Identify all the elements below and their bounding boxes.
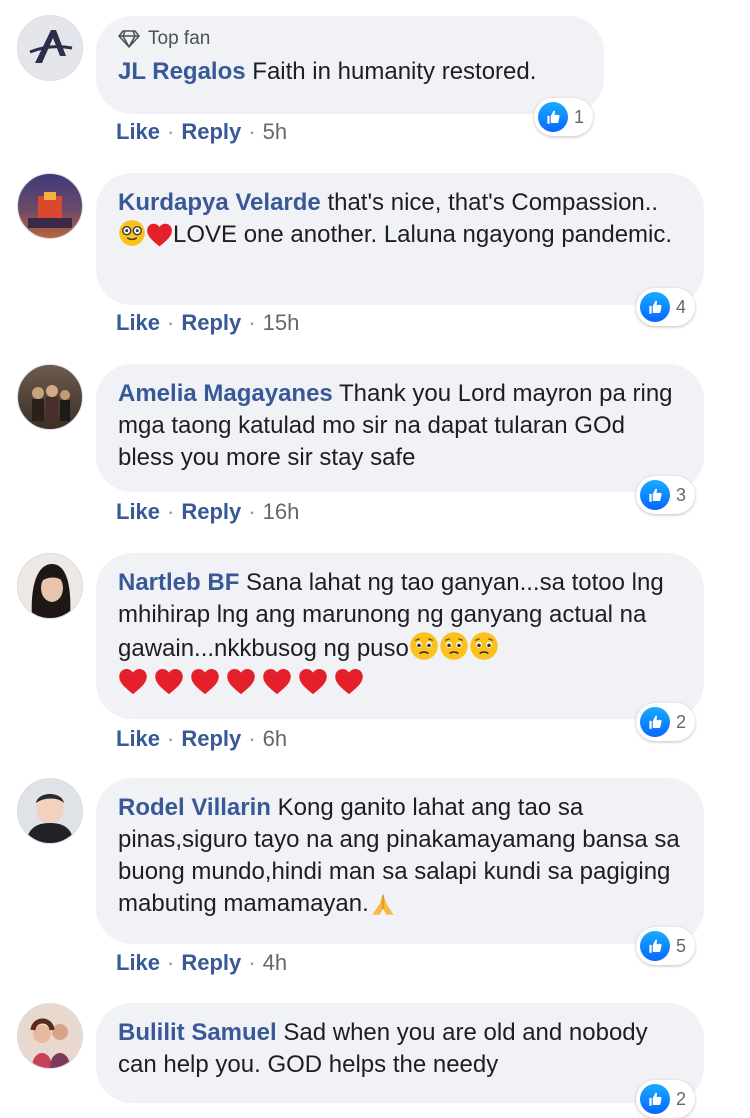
top-fan-label: Top fan	[148, 28, 211, 49]
red-heart-emoji	[154, 667, 184, 695]
comment-body: LOVE one another. Laluna ngayong pandemi…	[173, 221, 673, 248]
reply-link[interactable]: Reply	[181, 499, 241, 525]
red-heart-emoji	[118, 667, 148, 695]
comment-author[interactable]: Kurdapya Velarde	[118, 189, 321, 216]
separator: ·	[167, 310, 175, 335]
heart-emoji-row	[118, 667, 682, 695]
reply-link[interactable]: Reply	[181, 310, 241, 336]
comment-bubble: Top fan JL Regalos Faith in humanity res…	[96, 16, 604, 114]
separator: ·	[248, 119, 256, 144]
comment-author[interactable]: Rodel Villarin	[118, 794, 271, 821]
thumbs-up-icon	[538, 102, 568, 132]
reaction-count-badge[interactable]: 2	[636, 703, 696, 741]
reaction-count-badge[interactable]: 1	[534, 98, 594, 136]
thumbs-up-icon	[640, 1084, 670, 1114]
like-link[interactable]: Like	[116, 310, 160, 336]
timestamp[interactable]: 16h	[263, 499, 300, 525]
reaction-count-badge[interactable]: 2	[636, 1080, 696, 1118]
separator: ·	[167, 119, 175, 144]
avatar-photo-icon	[32, 385, 70, 421]
reaction-count-badge[interactable]: 4	[636, 288, 696, 326]
reply-link[interactable]: Reply	[181, 950, 241, 976]
reaction-count: 2	[676, 1088, 687, 1109]
pleading-face-emoji	[409, 631, 439, 661]
avatar[interactable]	[17, 364, 83, 430]
reaction-count: 5	[676, 935, 687, 956]
timestamp[interactable]: 15h	[263, 310, 300, 336]
timestamp[interactable]: 5h	[263, 119, 287, 145]
like-link[interactable]: Like	[116, 499, 160, 525]
top-fan-badge: Top fan	[118, 28, 582, 50]
comment-actions: Like · Reply · 16h	[116, 499, 299, 525]
reaction-count-badge[interactable]: 5	[636, 927, 696, 965]
comment-bubble: Bulilit Samuel Sad when you are old and …	[96, 1003, 704, 1103]
comment-body: that's nice, that's Compassion..	[327, 189, 659, 216]
diamond-icon	[118, 30, 140, 48]
comment-bubble: Rodel Villarin Kong ganito lahat ang tao…	[96, 778, 704, 944]
timestamp[interactable]: 6h	[263, 726, 287, 752]
comment-actions: Like · Reply · 4h	[116, 950, 287, 976]
comment-bubble: Kurdapya Velarde that's nice, that's Com…	[96, 173, 704, 305]
reaction-count-badge[interactable]: 3	[636, 476, 696, 514]
thumbs-up-icon	[640, 480, 670, 510]
reply-link[interactable]: Reply	[181, 726, 241, 752]
like-link[interactable]: Like	[116, 119, 160, 145]
avatar-logo-icon	[18, 16, 82, 80]
separator: ·	[167, 950, 175, 975]
comment-author[interactable]: Amelia Magayanes	[118, 380, 333, 407]
thumbs-up-icon	[640, 292, 670, 322]
like-link[interactable]: Like	[116, 950, 160, 976]
avatar[interactable]	[17, 778, 83, 844]
like-link[interactable]: Like	[116, 726, 160, 752]
red-heart-emoji	[146, 222, 173, 247]
avatar[interactable]	[17, 173, 83, 239]
reply-link[interactable]: Reply	[181, 119, 241, 145]
nerd-face-emoji	[119, 220, 145, 246]
reaction-count: 4	[676, 296, 687, 317]
avatar-photo-icon	[31, 564, 71, 618]
comment-body: Faith in humanity restored.	[252, 58, 537, 85]
comment-author[interactable]: JL Regalos	[118, 58, 246, 85]
red-heart-emoji	[262, 667, 292, 695]
reaction-count: 3	[676, 484, 687, 505]
separator: ·	[248, 499, 256, 524]
red-heart-emoji	[298, 667, 328, 695]
comment-text: JL Regalos Faith in humanity restored.	[118, 56, 582, 88]
timestamp[interactable]: 4h	[263, 950, 287, 976]
separator: ·	[248, 726, 256, 751]
avatar[interactable]	[17, 15, 83, 81]
thumbs-up-icon	[640, 707, 670, 737]
separator: ·	[167, 726, 175, 751]
thumbs-up-icon	[640, 931, 670, 961]
comment-actions: Like · Reply · 6h	[116, 726, 287, 752]
comment-actions: Like · Reply · 5h	[116, 119, 287, 145]
avatar-photo-icon	[30, 1018, 70, 1068]
red-heart-emoji	[226, 667, 256, 695]
pleading-face-emoji	[469, 631, 499, 661]
red-heart-emoji	[190, 667, 220, 695]
pleading-face-emoji	[439, 631, 469, 661]
comment-bubble: Amelia Magayanes Thank you Lord mayron p…	[96, 364, 704, 492]
avatar-photo-icon	[26, 794, 74, 843]
avatar[interactable]	[17, 553, 83, 619]
avatar[interactable]	[17, 1003, 83, 1069]
separator: ·	[167, 499, 175, 524]
reaction-count: 2	[676, 711, 687, 732]
separator: ·	[248, 310, 256, 335]
comment-bubble: Nartleb BF Sana lahat ng tao ganyan...sa…	[96, 553, 704, 719]
comment-actions: Like · Reply · 15h	[116, 310, 299, 336]
avatar-photo-icon	[28, 192, 72, 228]
red-heart-emoji	[334, 667, 364, 695]
comment-author[interactable]: Bulilit Samuel	[118, 1019, 277, 1046]
reaction-count: 1	[574, 106, 585, 127]
folded-hands-emoji	[372, 893, 394, 915]
comment-author[interactable]: Nartleb BF	[118, 569, 239, 596]
separator: ·	[248, 950, 256, 975]
